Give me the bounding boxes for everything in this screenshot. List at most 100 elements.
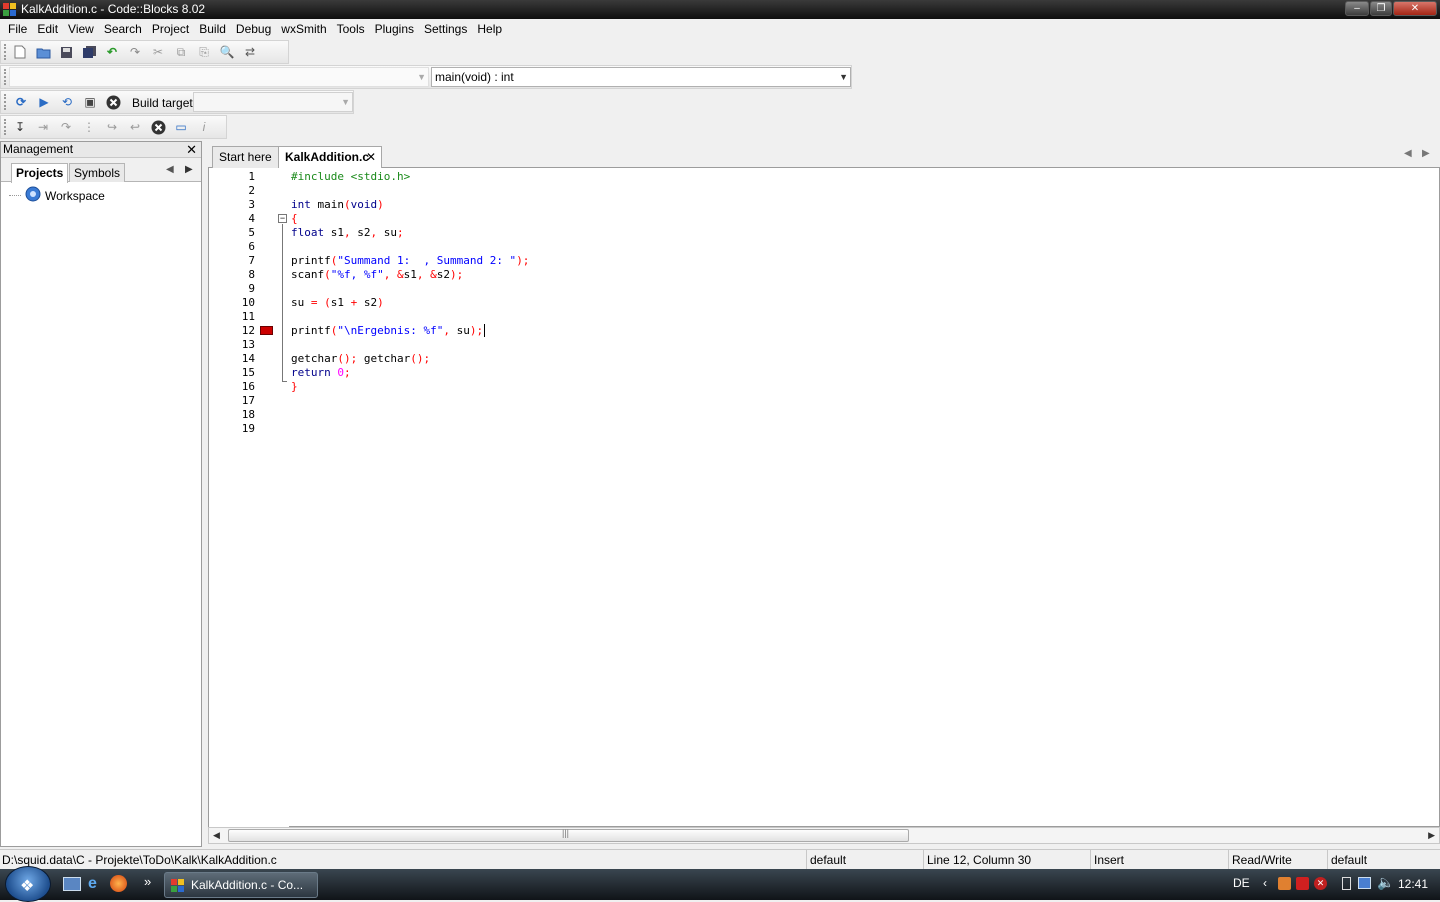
open-file-icon[interactable] [34, 43, 52, 61]
network-icon[interactable] [1358, 877, 1371, 889]
debug-info-icon[interactable]: i [195, 118, 213, 136]
tab-kalkaddition-label: KalkAddition.c [285, 150, 370, 164]
step-into-icon[interactable]: ↪ [103, 118, 121, 136]
toolbar-grip[interactable] [4, 69, 7, 85]
close-window-button[interactable]: ✕ [1393, 1, 1437, 16]
workspace-tree-item[interactable]: Workspace [9, 186, 105, 205]
language-indicator[interactable]: DE [1233, 876, 1250, 890]
debug-windows-icon[interactable]: ▭ [172, 118, 190, 136]
fold-collapse-icon[interactable]: − [278, 214, 287, 223]
tray-alert-icon[interactable]: ✕ [1314, 877, 1327, 890]
toolbar-grip[interactable] [4, 44, 7, 60]
close-icon[interactable]: ✕ [186, 142, 197, 157]
tab-scroll-left-icon[interactable]: ◀ [166, 164, 174, 175]
restore-button[interactable]: ❐ [1370, 1, 1392, 16]
build-and-run-icon[interactable]: ⟲ [58, 93, 76, 111]
build-target-select[interactable]: ▼ [193, 92, 353, 112]
save-icon[interactable] [57, 43, 75, 61]
close-tab-icon[interactable]: ✕ [366, 147, 376, 167]
window-title: KalkAddition.c - Code::Blocks 8.02 [21, 2, 206, 16]
abort-icon[interactable] [104, 93, 122, 111]
line-number: 9 [248, 282, 255, 295]
undo-icon[interactable]: ↶ [103, 43, 121, 61]
run-icon[interactable]: ▶ [35, 93, 53, 111]
tab-scroll-left-icon[interactable]: ◀ [1404, 148, 1412, 159]
menu-build[interactable]: Build [194, 19, 231, 40]
clock[interactable]: 12:41 [1398, 877, 1428, 891]
line-number: 14 [241, 352, 255, 365]
debugger-toolbar: ↧ ⇥ ↷ ⋮ ↪ ↩ ▭ i [0, 115, 227, 139]
stop-debugger-icon[interactable] [149, 118, 167, 136]
menu-debug[interactable]: Debug [231, 19, 276, 40]
menu-project[interactable]: Project [147, 19, 194, 40]
tab-scroll-right-icon[interactable]: ▶ [185, 164, 193, 175]
show-desktop-icon[interactable] [63, 877, 81, 891]
code-line: #include <stdio.h> [291, 170, 411, 183]
chevron-down-icon: ▼ [417, 72, 426, 82]
line-number: 6 [248, 240, 255, 253]
tray-acrobat-icon[interactable] [1296, 877, 1309, 890]
editor-tabs: Start here KalkAddition.c ✕ ◀ ▶ [208, 141, 1440, 169]
scrollbar-thumb[interactable]: ||| [228, 828, 909, 842]
start-button[interactable]: ❖ [5, 866, 51, 902]
function-select[interactable]: main(void) : int ▼ [431, 67, 851, 87]
tab-symbols[interactable]: Symbols [69, 163, 126, 182]
status-language: default [1327, 850, 1437, 870]
line-number: 13 [241, 338, 255, 351]
minimize-button[interactable]: – [1345, 1, 1369, 16]
step-out-icon[interactable]: ↩ [126, 118, 144, 136]
redo-icon[interactable]: ↷ [126, 43, 144, 61]
breakpoint-marker[interactable] [260, 326, 273, 335]
management-title: Management [3, 142, 74, 156]
cut-icon[interactable]: ✂ [149, 43, 167, 61]
save-all-icon[interactable] [80, 43, 98, 61]
internet-explorer-icon[interactable]: e [88, 875, 97, 893]
line-number: 7 [248, 254, 255, 267]
build-icon[interactable]: ⟳ [12, 93, 30, 111]
horizontal-scrollbar[interactable]: ◀ ||| ▶ [208, 827, 1440, 844]
paste-icon[interactable]: ⎘ [195, 43, 213, 61]
menu-view[interactable]: View [63, 19, 99, 40]
next-instruction-icon[interactable]: ⋮ [80, 118, 98, 136]
scroll-right-icon[interactable]: ▶ [1428, 830, 1435, 841]
menu-file[interactable]: File [3, 19, 32, 40]
taskbar-task-codeblocks[interactable]: KalkAddition.c - Co... [164, 872, 318, 898]
chevron-left-icon[interactable]: ‹ [1263, 876, 1267, 890]
chevron-right-icon[interactable]: » [144, 874, 151, 889]
toolbar-grip[interactable] [4, 119, 7, 135]
tab-projects[interactable]: Projects [11, 163, 69, 183]
tab-start-here[interactable]: Start here [212, 146, 280, 168]
menu-edit[interactable]: Edit [32, 19, 63, 40]
firefox-icon[interactable] [110, 875, 127, 892]
menu-settings[interactable]: Settings [419, 19, 472, 40]
code-line: printf("\nErgebnis: %f", su); [291, 324, 486, 337]
management-tabs: Projects Symbols ◀ ▶ [1, 158, 201, 183]
workspace-icon [25, 186, 41, 205]
menu-tools[interactable]: Tools [332, 19, 370, 40]
menu-plugins[interactable]: Plugins [370, 19, 419, 40]
toolbar-grip[interactable] [4, 94, 7, 110]
menu-search[interactable]: Search [99, 19, 147, 40]
line-number: 18 [241, 408, 255, 421]
codeblocks-task-icon [171, 879, 184, 892]
menu-wxsmith[interactable]: wxSmith [276, 19, 331, 40]
line-number: 10 [241, 296, 255, 309]
code-editor[interactable]: 1 2 3 4 5 6 7 8 9 10 11 12 13 14 15 16 1… [208, 168, 1440, 827]
find-icon[interactable]: 🔍 [218, 43, 236, 61]
copy-icon[interactable]: ⧉ [172, 43, 190, 61]
tray-app-icon[interactable] [1278, 877, 1291, 890]
line-number: 4 [248, 212, 255, 225]
scroll-left-icon[interactable]: ◀ [213, 830, 220, 841]
menu-help[interactable]: Help [472, 19, 507, 40]
new-file-icon[interactable] [11, 43, 29, 61]
run-to-cursor-icon[interactable]: ⇥ [34, 118, 52, 136]
tab-scroll-right-icon[interactable]: ▶ [1422, 148, 1430, 159]
step-over-icon[interactable]: ↷ [57, 118, 75, 136]
tray-device-icon[interactable] [1342, 877, 1351, 890]
scope-select[interactable]: ▼ [9, 67, 429, 87]
tab-kalkaddition[interactable]: KalkAddition.c ✕ [278, 146, 382, 169]
replace-icon[interactable]: ⇄ [241, 43, 259, 61]
debug-start-icon[interactable]: ↧ [11, 118, 29, 136]
volume-icon[interactable]: 🔈 [1377, 874, 1394, 891]
rebuild-icon[interactable]: ▣ [81, 93, 99, 111]
